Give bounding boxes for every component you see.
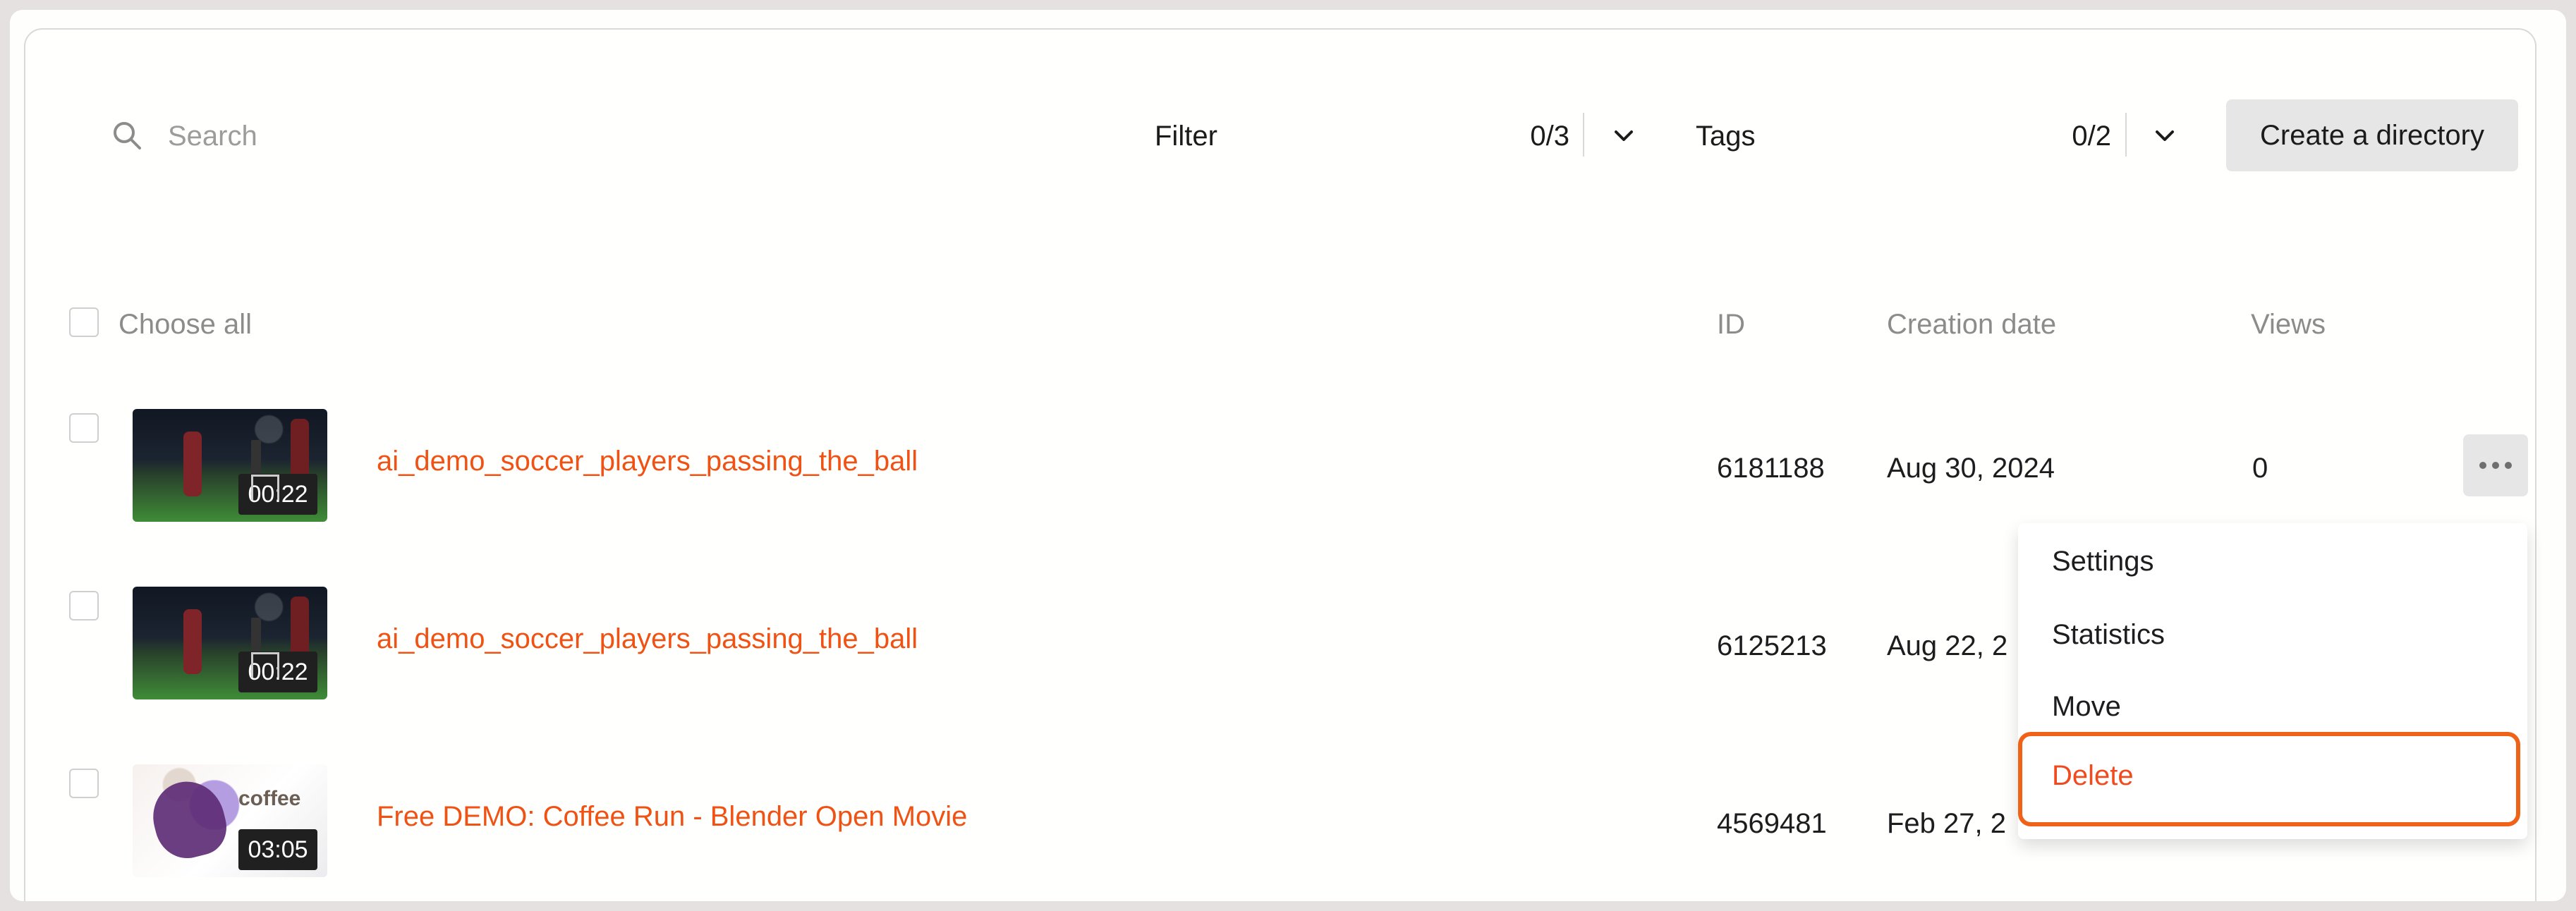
- creation-date-column-header: Creation date: [1887, 309, 2057, 340]
- tags-dropdown-separator: [2125, 113, 2127, 157]
- chevron-down-icon[interactable]: [2151, 121, 2179, 149]
- video-title-link[interactable]: ai_demo_soccer_players_passing_the_ball: [377, 441, 918, 481]
- search-icon: [114, 122, 141, 149]
- tags-label: Tags: [1696, 121, 1756, 152]
- media-list-panel: Search Filter 0/3 Tags 0/2 Create a dire…: [24, 28, 2536, 901]
- video-thumbnail[interactable]: 00:22: [133, 409, 327, 522]
- more-icon: [2492, 462, 2499, 469]
- duration-badge: 03:05: [238, 829, 317, 870]
- table-header: Choose all ID Creation date Views: [25, 306, 2535, 343]
- settings-menu-item[interactable]: Settings: [2052, 542, 2154, 581]
- coffee-thumbnail-text: coffee: [238, 787, 301, 810]
- filter-label: Filter: [1155, 121, 1217, 152]
- video-title-link[interactable]: ai_demo_soccer_players_passing_the_ball: [377, 619, 918, 659]
- app-frame: Search Filter 0/3 Tags 0/2 Create a dire…: [10, 10, 2566, 901]
- video-title-link[interactable]: Free DEMO: Coffee Run - Blender Open Mov…: [377, 797, 967, 836]
- tags-count: 0/2: [2072, 121, 2111, 152]
- checkbox-icon[interactable]: [69, 769, 99, 798]
- checkbox-icon[interactable]: [69, 413, 99, 443]
- creation-date: Aug 22, 2: [1887, 630, 2008, 661]
- search-input[interactable]: Search: [168, 116, 257, 156]
- duration-badge: 00:22: [238, 652, 317, 692]
- creation-date: Aug 30, 2024: [1887, 453, 2055, 484]
- id-column-header: ID: [1717, 309, 1745, 340]
- checkbox-icon[interactable]: [69, 307, 99, 337]
- filter-count: 0/3: [1530, 121, 1569, 152]
- views-column-header: Views: [2251, 309, 2326, 340]
- choose-all-label[interactable]: Choose all: [119, 306, 252, 343]
- video-id: 6181188: [1717, 453, 1825, 484]
- move-menu-item[interactable]: Move: [2052, 687, 2121, 726]
- video-id: 6125213: [1717, 630, 1827, 661]
- checkbox-icon[interactable]: [69, 591, 99, 620]
- video-thumbnail[interactable]: 00:22: [133, 587, 327, 699]
- filter-dropdown-separator: [1583, 113, 1584, 157]
- more-icon: [2505, 462, 2512, 469]
- duration-badge: 00:22: [238, 474, 317, 515]
- create-directory-button[interactable]: Create a directory: [2226, 99, 2518, 171]
- video-thumbnail[interactable]: coffee 03:05: [133, 764, 327, 877]
- delete-menu-item[interactable]: Delete: [2052, 756, 2134, 795]
- creation-date: Feb 27, 2: [1887, 808, 2007, 839]
- statistics-menu-item[interactable]: Statistics: [2052, 615, 2165, 654]
- chevron-down-icon[interactable]: [1610, 121, 1638, 149]
- views-count: 0: [2252, 453, 2268, 484]
- coffee-run-character: [145, 774, 233, 865]
- more-actions-button[interactable]: [2463, 434, 2528, 496]
- actions-menu: Settings Statistics Move Delete: [2018, 523, 2527, 839]
- more-icon: [2479, 462, 2486, 469]
- video-id: 4569481: [1717, 808, 1827, 839]
